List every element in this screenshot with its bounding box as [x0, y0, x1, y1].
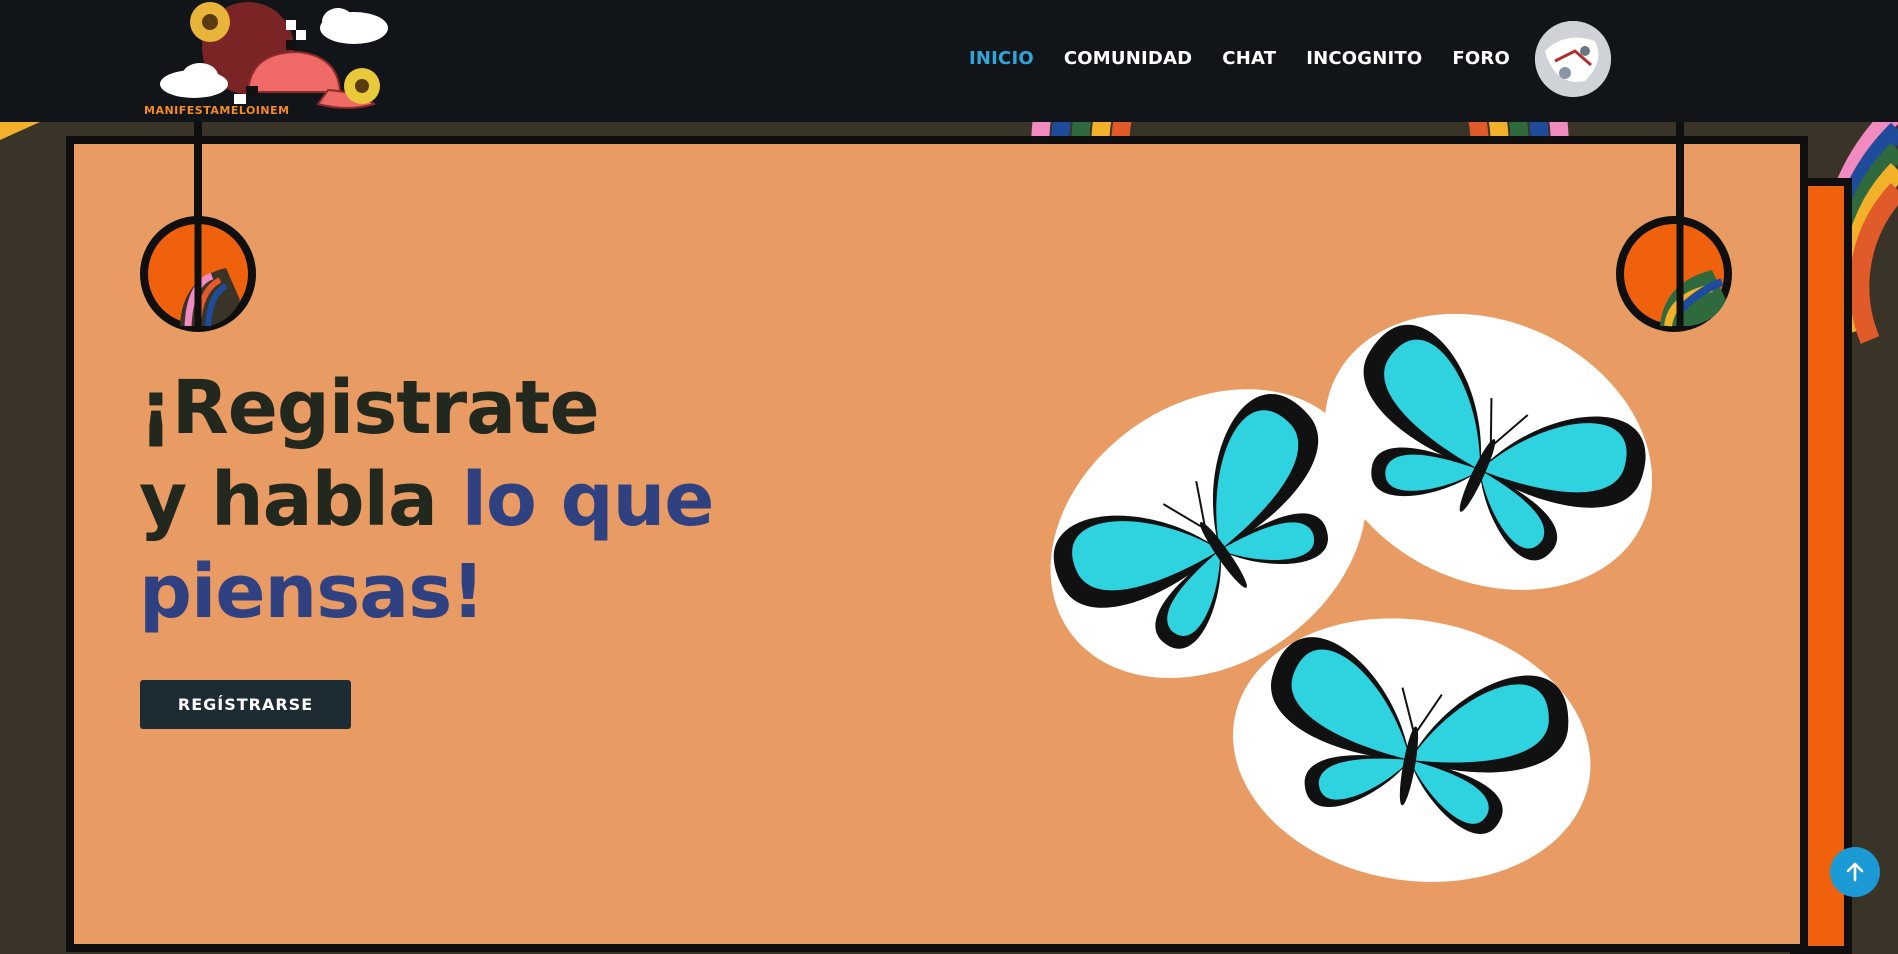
- hero-headline: ¡Registrate y habla lo que piensas!: [139, 362, 715, 638]
- nav-foro[interactable]: FORO: [1452, 48, 1510, 69]
- headline-line-1: ¡Registrate: [139, 365, 600, 451]
- top-navbar: MANIFESTAMELOINEM INICIO COMUNIDAD CHAT …: [0, 0, 1898, 122]
- register-button[interactable]: REGÍSTRARSE: [140, 680, 351, 729]
- user-avatar[interactable]: [1535, 21, 1611, 97]
- nav-comunidad[interactable]: COMUNIDAD: [1064, 48, 1192, 69]
- site-logo[interactable]: MANIFESTAMELOINEM: [138, 0, 398, 122]
- arrow-up-icon: [1846, 862, 1864, 882]
- logo-text: MANIFESTAMELOINEM: [144, 104, 290, 117]
- nav-chat[interactable]: CHAT: [1222, 48, 1276, 69]
- headline-line-2-blue: lo que: [461, 457, 715, 543]
- nav-incognito[interactable]: INCOGNITO: [1306, 48, 1422, 69]
- butterfly-stickers-icon: [1035, 310, 1662, 882]
- headline-line-2: y habla lo que: [139, 454, 715, 546]
- avatar-image: [1535, 21, 1611, 97]
- headline-line-2-dark: y habla: [139, 457, 462, 543]
- main-nav: INICIO COMUNIDAD CHAT INCOGNITO FORO: [969, 48, 1510, 69]
- nav-inicio[interactable]: INICIO: [969, 48, 1034, 69]
- scroll-to-top-button[interactable]: [1830, 847, 1880, 897]
- headline-line-3: piensas!: [139, 549, 485, 635]
